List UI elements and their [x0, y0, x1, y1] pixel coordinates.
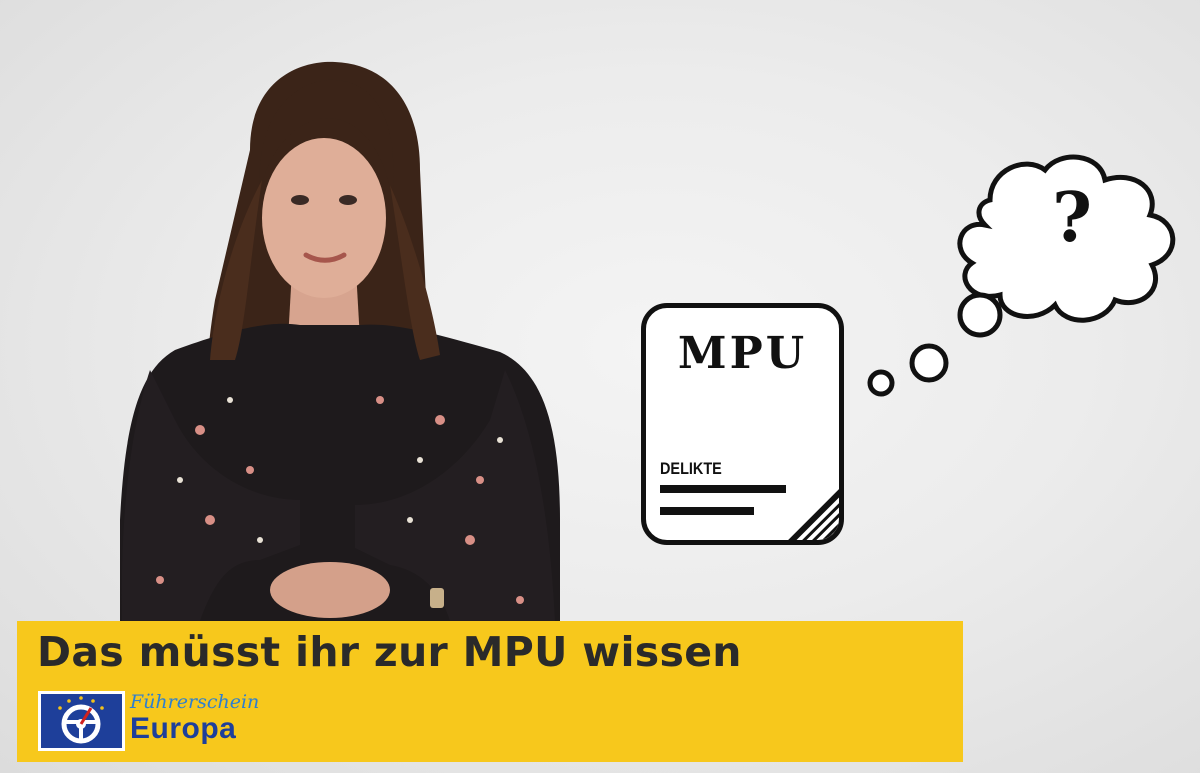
document-subtitle: DELIKTE [660, 459, 722, 478]
document-line [660, 507, 754, 515]
logo-script-text: Führerschein [130, 691, 260, 713]
document-title: MPU [677, 328, 808, 379]
steering-wheel-icon [38, 691, 125, 751]
question-mark-icon: ? [1052, 178, 1092, 258]
mpu-document-icon: MPU DELIKTE [641, 303, 844, 545]
thought-cloud-icon [867, 154, 1176, 397]
banner-title: Das müsst ihr zur MPU wissen [37, 628, 742, 676]
video-frame: MPU DELIKTE ? Das müsst ihr zur MPU wiss… [0, 0, 1200, 773]
document-dogear-icon [788, 489, 839, 540]
logo-wordmark: Europa [130, 712, 237, 745]
document-line [660, 485, 786, 493]
lower-third-banner: Das müsst ihr zur MPU wissen Führerschei… [17, 621, 963, 762]
